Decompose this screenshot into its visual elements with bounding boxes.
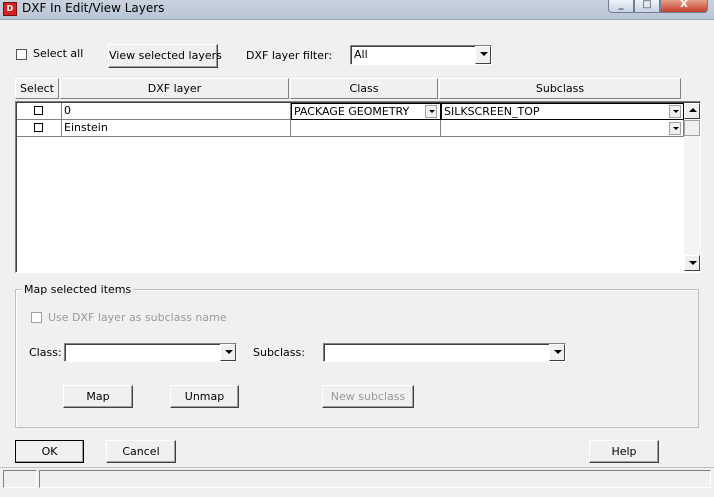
table-row-select-cell[interactable] (17, 103, 62, 120)
table-row-subclass-cell[interactable] (441, 120, 684, 137)
column-header-class[interactable]: Class (290, 78, 438, 99)
app-icon: D (3, 2, 17, 16)
table-row-layer-cell[interactable]: 0 (62, 103, 291, 120)
table-row-class-cell[interactable] (291, 120, 441, 137)
close-icon: X (680, 0, 688, 10)
layer-grid[interactable]: 0 PACKAGE GEOMETRY SILKSCREEN_TOP Einste… (15, 101, 701, 273)
table-row-select-cell[interactable] (17, 120, 62, 137)
class-label: Class: (29, 346, 62, 359)
dxf-layer-filter-select[interactable]: All (350, 45, 492, 65)
row-select-checkbox[interactable] (34, 106, 43, 115)
select-all-label: Select all (33, 47, 84, 60)
table-row-subclass-cell[interactable]: SILKSCREEN_TOP (441, 103, 684, 120)
column-header-subclass[interactable]: Subclass (439, 78, 681, 99)
ok-button[interactable]: OK (15, 440, 84, 463)
vertical-scrollbar[interactable] (684, 103, 700, 271)
subclass-value: SILKSCREEN_TOP (444, 105, 540, 118)
status-pane (39, 470, 711, 488)
chevron-down-icon[interactable] (669, 105, 681, 118)
cancel-button[interactable]: Cancel (106, 440, 176, 463)
column-header-dxf-layer[interactable]: DXF layer (60, 78, 289, 99)
help-button[interactable]: Help (589, 440, 659, 463)
unmap-button[interactable]: Unmap (170, 385, 239, 408)
row-select-checkbox[interactable] (34, 123, 43, 132)
chevron-down-icon[interactable] (220, 344, 236, 361)
scroll-up-icon[interactable] (684, 103, 700, 119)
status-pane (3, 470, 37, 488)
scroll-down-icon[interactable] (684, 255, 700, 271)
minimize-icon: _ (618, 0, 624, 10)
chevron-down-icon[interactable] (549, 344, 565, 361)
subclass-label: Subclass: (253, 346, 305, 359)
window-title: DXF In Edit/View Layers (22, 1, 165, 15)
chevron-down-icon[interactable] (425, 105, 437, 118)
group-title: Map selected items (22, 283, 134, 296)
dxf-layer-filter-label: DXF layer filter: (246, 49, 333, 62)
select-all-checkbox[interactable] (16, 49, 27, 60)
class-value: PACKAGE GEOMETRY (294, 105, 410, 118)
dxf-layer-filter-value: All (354, 48, 368, 61)
subclass-select[interactable] (323, 343, 566, 362)
view-selected-layers-button[interactable]: View selected layers (108, 44, 222, 68)
table-row-layer-cell[interactable]: Einstein (62, 120, 291, 137)
use-layer-as-subclass-label: Use DXF layer as subclass name (48, 311, 227, 324)
table-row-class-cell[interactable]: PACKAGE GEOMETRY (291, 103, 441, 120)
class-select[interactable] (64, 343, 237, 362)
scrollbar-thumb[interactable] (684, 120, 700, 136)
column-header-select[interactable]: Select (15, 78, 59, 99)
new-subclass-button[interactable]: New subclass (322, 385, 414, 408)
map-button[interactable]: Map (63, 385, 133, 408)
maximize-icon: □ (642, 0, 652, 10)
use-layer-as-subclass-checkbox[interactable] (31, 312, 42, 323)
chevron-down-icon[interactable] (475, 46, 491, 64)
close-button[interactable]: X (660, 0, 708, 13)
maximize-button[interactable]: □ (634, 0, 660, 13)
chevron-down-icon[interactable] (669, 122, 681, 135)
minimize-button[interactable]: _ (608, 0, 634, 13)
